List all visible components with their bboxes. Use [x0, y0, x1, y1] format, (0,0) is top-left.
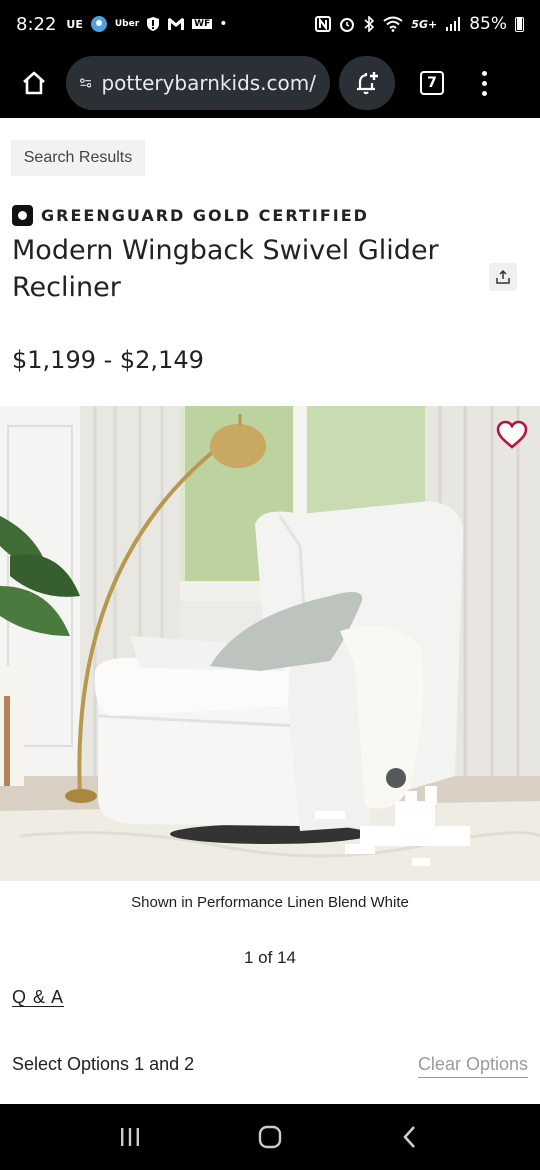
home-icon — [23, 71, 45, 95]
recent-apps-button[interactable] — [100, 1107, 160, 1167]
wf-notification-icon: WF — [192, 19, 213, 29]
status-time: 8:22 — [16, 13, 57, 35]
system-navigation-bar — [0, 1104, 540, 1170]
recent-apps-icon — [121, 1128, 139, 1146]
image-caption: Shown in Performance Linen Blend White — [131, 894, 409, 911]
share-icon — [496, 269, 510, 284]
browser-toolbar: potterybarnkids.com/ 7 — [0, 48, 540, 118]
battery-percentage: 85% — [469, 14, 507, 34]
signal-icon — [446, 17, 461, 31]
site-settings-icon[interactable] — [80, 74, 92, 92]
wifi-icon — [383, 16, 403, 32]
product-title: Modern Wingback Swivel Glider Recliner — [12, 235, 439, 303]
price-range: $1,199 - $2,149 — [12, 346, 204, 374]
menu-dot — [481, 90, 487, 96]
product-image[interactable] — [0, 406, 540, 881]
menu-dot — [481, 70, 487, 76]
network-type: 5G+ — [411, 17, 438, 31]
share-button[interactable] — [489, 263, 517, 291]
select-options-label: Select Options 1 and 2 — [12, 1054, 195, 1074]
uber-notification-icon: Uber — [114, 19, 140, 29]
bluetooth-icon — [364, 16, 375, 32]
glider-recliner-photo — [0, 406, 540, 881]
certification-text: GREENGUARD GOLD CERTIFIED — [41, 206, 369, 225]
browser-menu-button[interactable] — [474, 61, 494, 105]
home-nav-icon — [258, 1125, 282, 1149]
certification-badge: GREENGUARD GOLD CERTIFIED — [12, 205, 369, 226]
clear-options-link[interactable]: Clear Options — [417, 1054, 528, 1078]
bell-plus-icon — [357, 72, 378, 95]
notification-icons: UE Uber WF • — [66, 15, 228, 33]
shield-icon — [147, 17, 160, 31]
status-bar: 8:22 UE Uber WF • 5G+ 85% — [0, 0, 540, 48]
battery-icon — [515, 16, 524, 32]
home-nav-button[interactable] — [240, 1107, 300, 1167]
nfc-icon — [315, 16, 332, 32]
add-notification-button[interactable] — [339, 56, 395, 110]
system-status: 5G+ 85% — [315, 14, 524, 34]
heart-icon — [496, 420, 528, 449]
greenguard-logo-icon — [12, 205, 33, 226]
address-bar[interactable]: potterybarnkids.com/ — [66, 56, 330, 110]
image-counter: 1 of 14 — [244, 948, 296, 967]
home-button[interactable] — [12, 61, 56, 105]
qa-link[interactable]: Q & A — [12, 987, 64, 1008]
search-results-button[interactable]: Search Results — [11, 140, 145, 176]
location-icon — [90, 16, 107, 32]
menu-dot — [481, 80, 487, 86]
back-icon — [403, 1126, 415, 1148]
url-text: potterybarnkids.com/ — [101, 71, 316, 95]
tab-switcher-button[interactable]: 7 — [410, 61, 454, 105]
ue-notification-icon: UE — [66, 17, 83, 31]
tab-count: 7 — [420, 71, 444, 95]
back-button[interactable] — [380, 1107, 440, 1167]
more-notifications-dot: • — [219, 16, 228, 32]
alarm-icon — [340, 18, 355, 32]
gmail-icon — [168, 18, 185, 30]
favorite-button[interactable] — [494, 418, 530, 452]
